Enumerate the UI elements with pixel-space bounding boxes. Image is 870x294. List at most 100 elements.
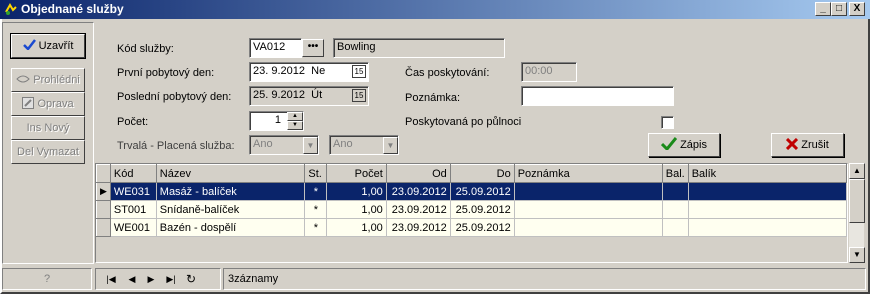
cell-bal: [662, 182, 689, 201]
cell-count: 1,00: [326, 200, 387, 219]
app-icon: [5, 3, 17, 15]
time-input[interactable]: 00:00: [521, 62, 577, 82]
service-code-input[interactable]: VA012: [249, 38, 302, 58]
edit-button[interactable]: Oprava: [11, 92, 85, 116]
cell-bal: [662, 200, 689, 219]
current-row-indicator-icon: ▶: [96, 182, 111, 201]
first-day-input[interactable]: 23. 9.2012 Ne: [249, 62, 369, 82]
checkmark-icon: [22, 39, 36, 51]
last-day-date: 25. 9.2012: [253, 89, 305, 101]
cell-status: *: [304, 218, 328, 237]
last-day-input[interactable]: 25. 9.2012 Út: [249, 86, 369, 106]
cell-status: *: [304, 182, 328, 201]
scroll-thumb[interactable]: [849, 179, 865, 223]
cancel-label: Zrušit: [801, 139, 829, 151]
cell-to: 25.09.2012: [450, 200, 515, 219]
time-label: Čas poskytování:: [405, 67, 490, 79]
cell-from: 23.09.2012: [386, 200, 451, 219]
chevron-down-icon[interactable]: ▼: [383, 137, 398, 154]
column-header[interactable]: Název: [155, 164, 306, 183]
row-indicator: [96, 200, 111, 219]
checkmark-icon: [660, 137, 678, 152]
cell-from: 23.09.2012: [386, 182, 451, 201]
cell-note: [514, 218, 663, 237]
first-day-weekday: Ne: [311, 65, 326, 77]
column-header[interactable]: Počet: [326, 164, 387, 183]
cell-count: 1,00: [326, 218, 387, 237]
first-record-icon[interactable]: |◀: [102, 271, 120, 287]
service-description: Bowling: [333, 38, 505, 58]
edit-label: Oprava: [37, 98, 74, 110]
cancel-button[interactable]: Zrušit: [771, 133, 844, 157]
minimize-button[interactable]: _: [815, 2, 831, 16]
column-header[interactable]: Bal.: [661, 164, 689, 183]
close-record-button[interactable]: Uzavřít: [11, 34, 85, 58]
service-code-label: Kód služby:: [117, 43, 174, 55]
service-browse-button[interactable]: •••: [302, 39, 324, 57]
eye-icon: [16, 75, 30, 83]
next-record-icon[interactable]: ▶: [142, 271, 160, 287]
column-header[interactable]: Do: [449, 164, 515, 183]
last-record-icon[interactable]: ▶|: [162, 271, 180, 287]
cell-code: WE001: [110, 218, 157, 237]
column-header[interactable]: Poznámka: [513, 164, 663, 183]
cell-package: [688, 200, 847, 219]
close-record-label: Uzavřít: [38, 40, 74, 52]
cell-count: 1,00: [326, 182, 387, 201]
note-label: Poznámka:: [405, 92, 461, 104]
first-day-date: 23. 9.2012: [253, 65, 305, 77]
row-indicator-header: [96, 164, 111, 183]
title-bar[interactable]: Objednané služby _ □ X: [0, 0, 870, 19]
record-count: 3záznamy: [223, 268, 866, 290]
column-header[interactable]: Od: [385, 164, 451, 183]
navigator: |◀ ◀ ▶ ▶| ↻: [95, 268, 221, 290]
save-button[interactable]: Zápis: [648, 133, 720, 157]
spin-up-icon[interactable]: ▲: [287, 112, 303, 121]
view-label: Prohlédni: [33, 74, 80, 86]
permanent-label: Trvalá - Placená služba:: [117, 140, 235, 152]
cell-name: Snídaně-balíček: [156, 200, 306, 219]
restore-button[interactable]: □: [831, 2, 847, 16]
help-icon[interactable]: ?: [2, 268, 92, 290]
row-indicator: [96, 218, 111, 237]
delete-button[interactable]: Del Vymazat: [11, 140, 85, 164]
refresh-icon[interactable]: ↻: [182, 271, 200, 287]
column-header[interactable]: Balík: [687, 164, 847, 183]
last-day-label: Poslední pobytový den:: [117, 91, 232, 103]
scroll-up-icon[interactable]: ▲: [849, 163, 865, 179]
after-midnight-checkbox[interactable]: [661, 116, 674, 129]
note-input[interactable]: [521, 86, 674, 106]
vertical-scrollbar[interactable]: ▲ ▼: [848, 163, 865, 263]
previous-record-icon[interactable]: ◀: [123, 271, 141, 287]
table-row[interactable]: WE001 Bazén - dospělí * 1,00 23.09.2012 …: [96, 218, 847, 237]
column-header[interactable]: Kód: [109, 164, 157, 183]
view-button[interactable]: Prohlédni: [11, 68, 85, 92]
table-row[interactable]: ▶ WE031 Masáž - balíček * 1,00 23.09.201…: [96, 182, 847, 201]
cell-to: 25.09.2012: [450, 218, 515, 237]
close-window-button[interactable]: X: [849, 2, 865, 16]
cell-from: 23.09.2012: [386, 218, 451, 237]
spin-down-icon[interactable]: ▼: [287, 121, 303, 130]
cell-name: Masáž - balíček: [156, 182, 306, 201]
calendar-icon[interactable]: 15: [352, 65, 366, 78]
cell-note: [514, 182, 663, 201]
table-row[interactable]: ST001 Snídaně-balíček * 1,00 23.09.2012 …: [96, 200, 847, 219]
count-label: Počet:: [117, 116, 149, 128]
calendar-icon[interactable]: 15: [352, 89, 366, 102]
new-button[interactable]: Ins Nový: [11, 116, 85, 140]
chevron-down-icon[interactable]: ▼: [303, 137, 318, 154]
left-toolbar: Uzavřít Prohlédni Oprava Ins Nový Del Vy…: [2, 22, 94, 264]
grid-header: Kód Název St. Počet Od Do Poznámka Bal. …: [96, 164, 847, 183]
services-grid[interactable]: Kód Název St. Počet Od Do Poznámka Bal. …: [95, 163, 848, 263]
cell-name: Bazén - dospělí: [156, 218, 306, 237]
column-header[interactable]: St.: [304, 164, 328, 183]
scroll-down-icon[interactable]: ▼: [849, 247, 865, 263]
status-bar: ? |◀ ◀ ▶ ▶| ↻ 3záznamy: [2, 265, 866, 292]
cancel-x-icon: [786, 137, 799, 151]
last-day-weekday: Út: [311, 89, 323, 101]
edit-icon: [22, 97, 35, 109]
cell-code: ST001: [110, 200, 157, 219]
cell-to: 25.09.2012: [450, 182, 515, 201]
window-title: Objednané služby: [21, 2, 124, 16]
services-table: Kód Název St. Počet Od Do Poznámka Bal. …: [96, 164, 847, 237]
